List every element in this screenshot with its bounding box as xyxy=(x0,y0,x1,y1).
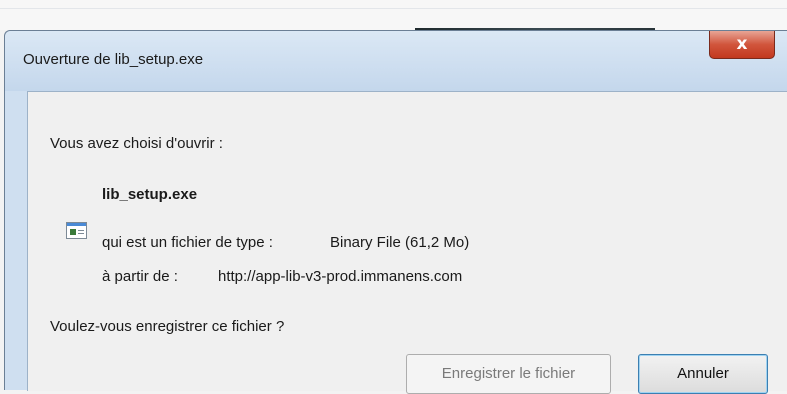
file-type-label: qui est un fichier de type : xyxy=(102,234,273,251)
background-line xyxy=(0,8,787,9)
question-text: Voulez-vous enregistrer ce fichier ? xyxy=(50,318,285,335)
file-type-value: Binary File (61,2 Mo) xyxy=(330,234,470,251)
cancel-button[interactable]: Annuler xyxy=(638,354,768,394)
dialog-titlebar[interactable]: Ouverture de lib_setup.exe x xyxy=(5,31,787,91)
file-icon xyxy=(66,222,87,239)
dialog-title: Ouverture de lib_setup.exe xyxy=(23,51,204,68)
background-top xyxy=(0,0,787,30)
file-name: lib_setup.exe xyxy=(102,186,198,203)
save-file-button[interactable]: Enregistrer le fichier xyxy=(406,354,611,394)
close-button[interactable]: x xyxy=(709,31,775,59)
download-dialog: Ouverture de lib_setup.exe x Vous avez c… xyxy=(4,30,787,394)
close-icon: x xyxy=(736,34,748,54)
source-label: à partir de : xyxy=(102,268,178,285)
dialog-content: Vous avez choisi d'ouvrir : lib_setup.ex… xyxy=(27,91,787,394)
intro-text: Vous avez choisi d'ouvrir : xyxy=(50,135,223,152)
source-url: http://app-lib-v3-prod.immanens.com xyxy=(218,268,463,285)
